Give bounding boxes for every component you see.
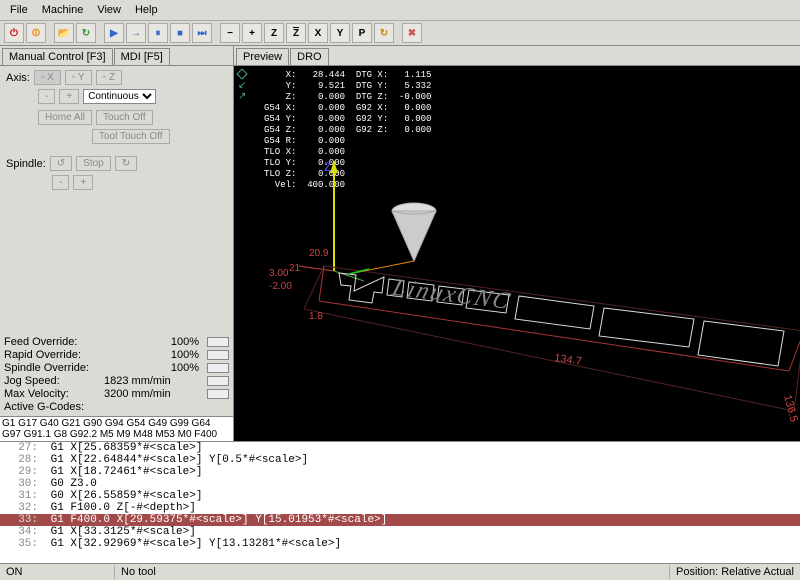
status-mode: ON [0, 565, 115, 579]
gcode-line[interactable]: 32: G1 F100.0 Z[-#<depth>] [0, 502, 800, 514]
left-panel: Manual Control [F3] MDI [F5] Axis: ◦ X ◦… [0, 46, 234, 441]
active-gcodes-text: G1 G17 G40 G21 G90 G94 G54 G49 G99 G64 G… [0, 416, 233, 441]
touch-off-button[interactable]: Touch Off [96, 110, 153, 125]
tab-dro[interactable]: DRO [290, 48, 328, 65]
jog-minus-button[interactable]: - [38, 89, 55, 104]
tab-preview[interactable]: Preview [236, 48, 289, 65]
power-icon[interactable]: ⏼ [26, 23, 46, 43]
spindle-minus-button[interactable]: - [52, 175, 69, 190]
dim-d: 21 [289, 263, 301, 274]
estop-icon[interactable]: ⏻ [4, 23, 24, 43]
zoom-out-icon[interactable]: − [220, 23, 240, 43]
tab-manual[interactable]: Manual Control [F3] [2, 48, 113, 65]
rapid-override-label: Rapid Override: [4, 349, 104, 361]
jog-plus-button[interactable]: + [59, 89, 79, 104]
gcode-line[interactable]: 33: G1 F400.0 X[29.59375*#<scale>] Y[15.… [0, 514, 800, 526]
zoom-in-icon[interactable]: + [242, 23, 262, 43]
max-velocity-label: Max Velocity: [4, 388, 104, 400]
spindle-stop-button[interactable]: Stop [76, 156, 111, 171]
spindle-label: Spindle: [6, 158, 46, 170]
home-all-button[interactable]: Home All [38, 110, 92, 125]
view-y-icon[interactable]: Y [330, 23, 350, 43]
gcode-line[interactable]: 29: G1 X[18.72461*#<scale>] [0, 466, 800, 478]
preview-viewport[interactable]: ↙ ↗ X: 28.444 DTG X: 1.115 Y: 9.521 DTG … [234, 65, 800, 441]
pause-icon[interactable]: ⏸ [148, 23, 168, 43]
jog-speed-slider[interactable] [207, 376, 229, 386]
jog-mode-select[interactable]: Continuous [83, 89, 156, 104]
run-icon[interactable]: ▶ [104, 23, 124, 43]
max-velocity-slider[interactable] [207, 389, 229, 399]
step-icon[interactable]: → [126, 23, 146, 43]
tool-cone-icon [392, 203, 436, 261]
gcode-line[interactable]: 30: G0 Z3.0 [0, 478, 800, 490]
menubar: File Machine View Help [0, 0, 800, 21]
spindle-ccw-icon[interactable]: ↺ [50, 156, 72, 171]
menu-view[interactable]: View [91, 2, 127, 18]
spindle-override-label: Spindle Override: [4, 362, 104, 374]
axis-x-button[interactable]: ◦ X [34, 70, 61, 85]
view-x-icon[interactable]: X [308, 23, 328, 43]
axis-label: Axis: [6, 72, 30, 84]
toolpath-plot: Z 134.7 136.5 20.9 3.00 -2.00 21 1.8 [234, 66, 800, 441]
gcode-line[interactable]: 34: G1 X[33.3125*#<scale>] [0, 526, 800, 538]
axis-z-button[interactable]: ◦ Z [96, 70, 122, 85]
view-rotate-icon[interactable]: ↻ [374, 23, 394, 43]
extent-outline [304, 266, 800, 411]
spindle-override-value: 100% [104, 362, 203, 374]
right-panel: Preview DRO ↙ ↗ X: 28.444 DTG X: 1.115 Y… [234, 46, 800, 441]
preview-text: LinuxCNC [388, 274, 515, 315]
view-z-icon[interactable]: Z [264, 23, 284, 43]
clear-plot-icon[interactable]: ✖ [402, 23, 422, 43]
toolbar: ⏻ ⏼ 📂 ↻ ▶ → ⏸ ⏹ ⏭ − + Z Z X Y P ↻ ✖ [0, 21, 800, 46]
preview-tabs: Preview DRO [234, 46, 800, 65]
gcode-line[interactable]: 35: G1 X[32.92969*#<scale>] Y[13.13281*#… [0, 538, 800, 550]
active-gcodes-label: Active G-Codes: [4, 401, 104, 413]
dim-length: 134.7 [554, 352, 583, 368]
max-velocity-value: 3200 mm/min [104, 388, 203, 400]
gcode-line[interactable]: 27: G1 X[25.68359*#<scale>] [0, 442, 800, 454]
menu-file[interactable]: File [4, 2, 34, 18]
gcode-line[interactable]: 31: G0 X[26.55859*#<scale>] [0, 490, 800, 502]
tool-touch-off-button[interactable]: Tool Touch Off [92, 129, 170, 144]
left-tabs: Manual Control [F3] MDI [F5] [0, 46, 233, 65]
view-z2-icon[interactable]: Z [286, 23, 306, 43]
dim-e: 1.8 [309, 311, 323, 322]
dim-c: -2.00 [269, 281, 292, 292]
jog-speed-label: Jog Speed: [4, 375, 104, 387]
feed-override-value: 100% [104, 336, 203, 348]
main-area: Manual Control [F3] MDI [F5] Axis: ◦ X ◦… [0, 46, 800, 441]
spindle-plus-button[interactable]: + [73, 175, 93, 190]
stop-icon[interactable]: ⏹ [170, 23, 190, 43]
gcode-listing[interactable]: 27: G1 X[25.68359*#<scale>]28: G1 X[22.6… [0, 441, 800, 563]
overrides: Feed Override:100% Rapid Override:100% S… [0, 334, 233, 416]
dim-a: 20.9 [309, 248, 329, 259]
dim-b: 3.00 [269, 268, 289, 279]
jog-speed-value: 1823 mm/min [104, 375, 203, 387]
manual-panel: Axis: ◦ X ◦ Y ◦ Z - + Continuous Home Al… [0, 65, 233, 334]
menu-help[interactable]: Help [129, 2, 164, 18]
gcode-line[interactable]: 28: G1 X[22.64844*#<scale>] Y[0.5*#<scal… [0, 454, 800, 466]
open-icon[interactable]: 📂 [54, 23, 74, 43]
status-tool: No tool [115, 565, 670, 579]
axis-y-button[interactable]: ◦ Y [65, 70, 92, 85]
spindle-cw-icon[interactable]: ↻ [115, 156, 137, 171]
skip-icon[interactable]: ⏭ [192, 23, 212, 43]
tab-mdi[interactable]: MDI [F5] [114, 48, 170, 65]
feed-override-slider[interactable] [207, 337, 229, 347]
reload-icon[interactable]: ↻ [76, 23, 96, 43]
status-position: Position: Relative Actual [670, 565, 800, 579]
view-p-icon[interactable]: P [352, 23, 372, 43]
feed-override-label: Feed Override: [4, 336, 104, 348]
rapid-override-value: 100% [104, 349, 203, 361]
menu-machine[interactable]: Machine [36, 2, 90, 18]
rapid-override-slider[interactable] [207, 350, 229, 360]
spindle-override-slider[interactable] [207, 363, 229, 373]
z-axis-label: Z [324, 160, 331, 174]
